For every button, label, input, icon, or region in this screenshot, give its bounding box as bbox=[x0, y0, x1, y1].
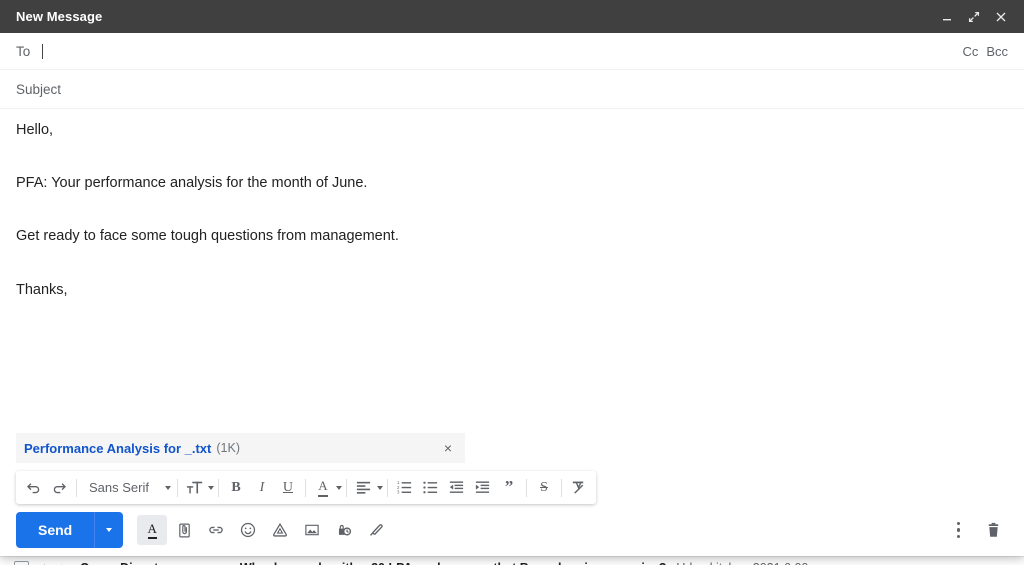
send-button[interactable]: Send bbox=[16, 512, 95, 548]
close-button[interactable] bbox=[988, 4, 1014, 30]
send-options-button[interactable] bbox=[94, 512, 124, 548]
compose-bottom-bar: Send A bbox=[0, 504, 1024, 556]
attach-file-icon[interactable] bbox=[169, 515, 199, 545]
strikethrough-glyph: S bbox=[540, 479, 548, 495]
attachment-size: (1K) bbox=[216, 441, 240, 455]
compose-header: New Message bbox=[0, 0, 1024, 33]
dot bbox=[956, 528, 960, 532]
text-color-select[interactable]: A bbox=[310, 475, 342, 501]
background-mail-list: ☆ ➤ Quora Digest Why do people with a 20… bbox=[0, 556, 1024, 565]
toolbar-divider bbox=[176, 478, 178, 497]
font-family-value: Sans Serif bbox=[89, 480, 149, 495]
align-icon[interactable] bbox=[351, 475, 377, 501]
discard-draft-button[interactable] bbox=[978, 515, 1008, 545]
formatting-options-glyph: A bbox=[147, 521, 157, 540]
toolbar-divider bbox=[560, 478, 562, 497]
font-family-select[interactable]: Sans Serif bbox=[81, 475, 173, 501]
to-label: To bbox=[16, 43, 31, 59]
insert-photo-icon[interactable] bbox=[297, 515, 327, 545]
text-caret bbox=[42, 43, 44, 59]
compose-screen: ☆ ➤ Quora Digest Why do people with a 20… bbox=[0, 0, 1024, 565]
toolbar-divider bbox=[304, 478, 306, 497]
body-line: Thanks, bbox=[16, 281, 68, 298]
insert-signature-icon[interactable] bbox=[361, 515, 391, 545]
bulleted-list-icon[interactable] bbox=[418, 475, 444, 501]
formatting-toolbar: Sans Serif B I U A 1 2 3 ” S bbox=[16, 471, 596, 504]
row-subject: Why do people with a 20 LPA package say … bbox=[240, 561, 667, 565]
indent-less-icon[interactable] bbox=[444, 475, 470, 501]
cc-button[interactable]: Cc bbox=[962, 44, 978, 59]
compose-action-icons: A bbox=[137, 515, 391, 545]
indent-more-icon[interactable] bbox=[470, 475, 496, 501]
compose-right-actions bbox=[953, 515, 1009, 545]
numbered-list-icon[interactable]: 1 2 3 bbox=[392, 475, 418, 501]
text-color-icon[interactable]: A bbox=[310, 475, 336, 501]
chevron-down-icon bbox=[376, 485, 383, 490]
star-icon[interactable]: ☆ bbox=[39, 561, 50, 565]
to-row[interactable]: To Cc Bcc bbox=[0, 33, 1024, 70]
body-line: Get ready to face some tough questions f… bbox=[16, 228, 399, 245]
to-input[interactable] bbox=[47, 43, 963, 59]
cc-bcc-group: Cc Bcc bbox=[962, 44, 1008, 59]
row-checkbox[interactable] bbox=[14, 560, 29, 565]
subject-row[interactable] bbox=[0, 70, 1024, 109]
confidential-mode-icon[interactable] bbox=[329, 515, 359, 545]
insert-link-icon[interactable] bbox=[201, 515, 231, 545]
window-title: New Message bbox=[16, 9, 103, 24]
toolbar-divider bbox=[525, 478, 527, 497]
redo-icon[interactable] bbox=[46, 475, 72, 501]
more-options-button[interactable] bbox=[953, 518, 965, 543]
formatting-options-icon[interactable]: A bbox=[137, 515, 168, 545]
chevron-down-icon bbox=[207, 485, 214, 490]
dot bbox=[956, 534, 960, 539]
attachments-area: Performance Analysis for _.txt (1K) × bbox=[0, 433, 1024, 463]
insert-drive-icon[interactable] bbox=[265, 515, 295, 545]
underline-glyph: U bbox=[282, 479, 294, 495]
important-icon[interactable]: ➤ bbox=[60, 561, 70, 565]
window-controls bbox=[934, 4, 1014, 30]
mail-list-row[interactable]: ☆ ➤ Quora Digest Why do people with a 20… bbox=[0, 556, 1024, 565]
insert-emoji-icon[interactable] bbox=[233, 515, 263, 545]
align-select[interactable] bbox=[351, 475, 383, 501]
row-snippet: Udar, kitchen 2021 6:00 am bbox=[676, 561, 829, 565]
subject-input[interactable] bbox=[16, 81, 1008, 97]
italic-icon[interactable]: I bbox=[249, 475, 275, 501]
bold-icon[interactable]: B bbox=[223, 475, 249, 501]
quote-glyph: ” bbox=[504, 477, 514, 497]
chevron-down-icon bbox=[335, 485, 342, 490]
quote-icon[interactable]: ” bbox=[496, 475, 522, 501]
remove-formatting-icon[interactable] bbox=[566, 475, 592, 501]
toolbar-divider bbox=[217, 478, 219, 497]
undo-icon[interactable] bbox=[20, 475, 46, 501]
minimize-button[interactable] bbox=[934, 4, 960, 30]
attachment-name[interactable]: Performance Analysis for _.txt bbox=[24, 441, 211, 456]
body-line: PFA: Your performance analysis for the m… bbox=[16, 175, 368, 192]
bcc-button[interactable]: Bcc bbox=[986, 44, 1008, 59]
italic-glyph: I bbox=[259, 479, 265, 495]
restore-button[interactable] bbox=[961, 4, 987, 30]
row-sender: Quora Digest bbox=[80, 561, 230, 565]
body-line: Hello, bbox=[16, 122, 54, 138]
formatting-toolbar-area: Sans Serif B I U A 1 2 3 ” S bbox=[0, 463, 1024, 504]
attachment-chip[interactable]: Performance Analysis for _.txt (1K) × bbox=[16, 433, 465, 463]
font-size-icon[interactable] bbox=[182, 475, 208, 501]
message-body[interactable]: Hello, PFA: Your performance analysis fo… bbox=[0, 109, 1024, 433]
text-color-glyph: A bbox=[318, 478, 328, 497]
underline-icon[interactable]: U bbox=[275, 475, 301, 501]
chevron-down-icon bbox=[106, 528, 113, 532]
dot bbox=[956, 521, 960, 526]
attachment-remove-icon[interactable]: × bbox=[441, 439, 455, 457]
compose-window: New Message To Cc Bcc Subject Hello, PFA… bbox=[0, 0, 1024, 556]
send-group: Send bbox=[16, 512, 124, 548]
toolbar-divider bbox=[345, 478, 347, 497]
chevron-down-icon bbox=[164, 485, 171, 490]
strikethrough-icon[interactable]: S bbox=[531, 475, 557, 501]
svg-text:3: 3 bbox=[397, 490, 400, 495]
bold-glyph: B bbox=[231, 479, 241, 495]
toolbar-divider bbox=[386, 478, 388, 497]
font-size-select[interactable] bbox=[182, 475, 214, 501]
toolbar-divider bbox=[76, 478, 77, 497]
